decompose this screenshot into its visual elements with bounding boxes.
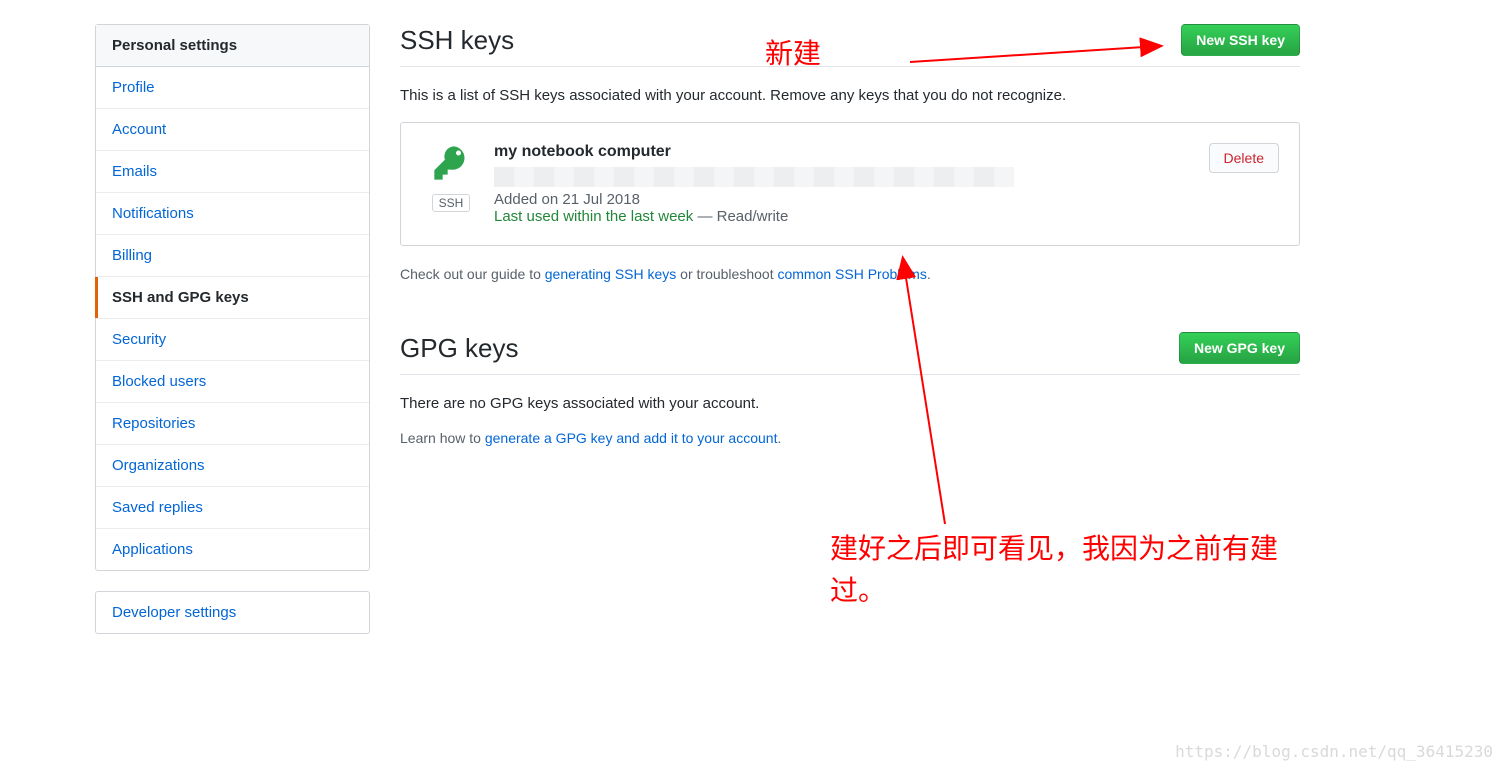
ssh-key-item: SSH my notebook computer Added on 21 Jul… — [400, 122, 1300, 246]
annotation-built: 建好之后即可看见，我因为之前有建过。 — [830, 529, 1310, 613]
gpg-section-title: GPG keys — [400, 333, 518, 364]
sidebar-item-security[interactable]: Security — [96, 319, 369, 361]
sidebar-item-ssh-gpg-keys[interactable]: SSH and GPG keys — [96, 277, 369, 319]
ssh-key-last-used: Last used within the last week — Read/wr… — [494, 208, 1191, 225]
sidebar-item-applications[interactable]: Applications — [96, 529, 369, 570]
ssh-badge: SSH — [432, 194, 471, 212]
sidebar-header: Personal settings — [96, 25, 369, 67]
delete-ssh-key-button[interactable]: Delete — [1209, 143, 1279, 173]
sidebar-item-emails[interactable]: Emails — [96, 151, 369, 193]
main-content: SSH keys New SSH key This is a list of S… — [370, 24, 1330, 654]
ssh-key-title: my notebook computer — [494, 143, 1191, 161]
sidebar-item-saved-replies[interactable]: Saved replies — [96, 487, 369, 529]
new-gpg-key-button[interactable]: New GPG key — [1179, 332, 1300, 364]
ssh-guide-text: Check out our guide to generating SSH ke… — [400, 266, 1300, 282]
gpg-description: There are no GPG keys associated with yo… — [400, 395, 1300, 412]
generating-ssh-keys-link[interactable]: generating SSH keys — [545, 266, 677, 282]
common-ssh-problems-link[interactable]: common SSH Problems — [777, 266, 926, 282]
settings-sidebar: Personal settings Profile Account Emails… — [95, 24, 370, 654]
ssh-key-added-date: Added on 21 Jul 2018 — [494, 191, 1191, 208]
generate-gpg-key-link[interactable]: generate a GPG key and add it to your ac… — [485, 430, 778, 446]
ssh-key-icon-column: SSH — [426, 143, 476, 212]
gpg-section-header: GPG keys New GPG key — [400, 332, 1300, 375]
annotation-arrow-built — [895, 254, 955, 534]
ssh-description: This is a list of SSH keys associated wi… — [400, 87, 1300, 104]
sidebar-item-organizations[interactable]: Organizations — [96, 445, 369, 487]
key-icon — [431, 143, 471, 186]
watermark: https://blog.csdn.net/qq_36415230 — [1175, 742, 1493, 761]
ssh-section-header: SSH keys New SSH key — [400, 24, 1300, 67]
ssh-key-access-mode: Read/write — [717, 208, 789, 225]
sidebar-item-repositories[interactable]: Repositories — [96, 403, 369, 445]
sidebar-item-notifications[interactable]: Notifications — [96, 193, 369, 235]
sidebar-item-billing[interactable]: Billing — [96, 235, 369, 277]
ssh-key-fingerprint — [494, 167, 1191, 187]
gpg-learn-text: Learn how to generate a GPG key and add … — [400, 430, 1300, 446]
sidebar-item-profile[interactable]: Profile — [96, 67, 369, 109]
sidebar-item-account[interactable]: Account — [96, 109, 369, 151]
ssh-key-details: my notebook computer Added on 21 Jul 201… — [494, 143, 1191, 225]
personal-settings-menu: Personal settings Profile Account Emails… — [95, 24, 370, 571]
redacted-fingerprint — [494, 167, 1014, 187]
sidebar-item-developer-settings[interactable]: Developer settings — [96, 592, 369, 633]
sidebar-item-blocked-users[interactable]: Blocked users — [96, 361, 369, 403]
new-ssh-key-button[interactable]: New SSH key — [1181, 24, 1300, 56]
ssh-key-last-used-time: Last used within the last week — [494, 208, 693, 225]
ssh-section-title: SSH keys — [400, 25, 514, 56]
developer-settings-menu: Developer settings — [95, 591, 370, 634]
